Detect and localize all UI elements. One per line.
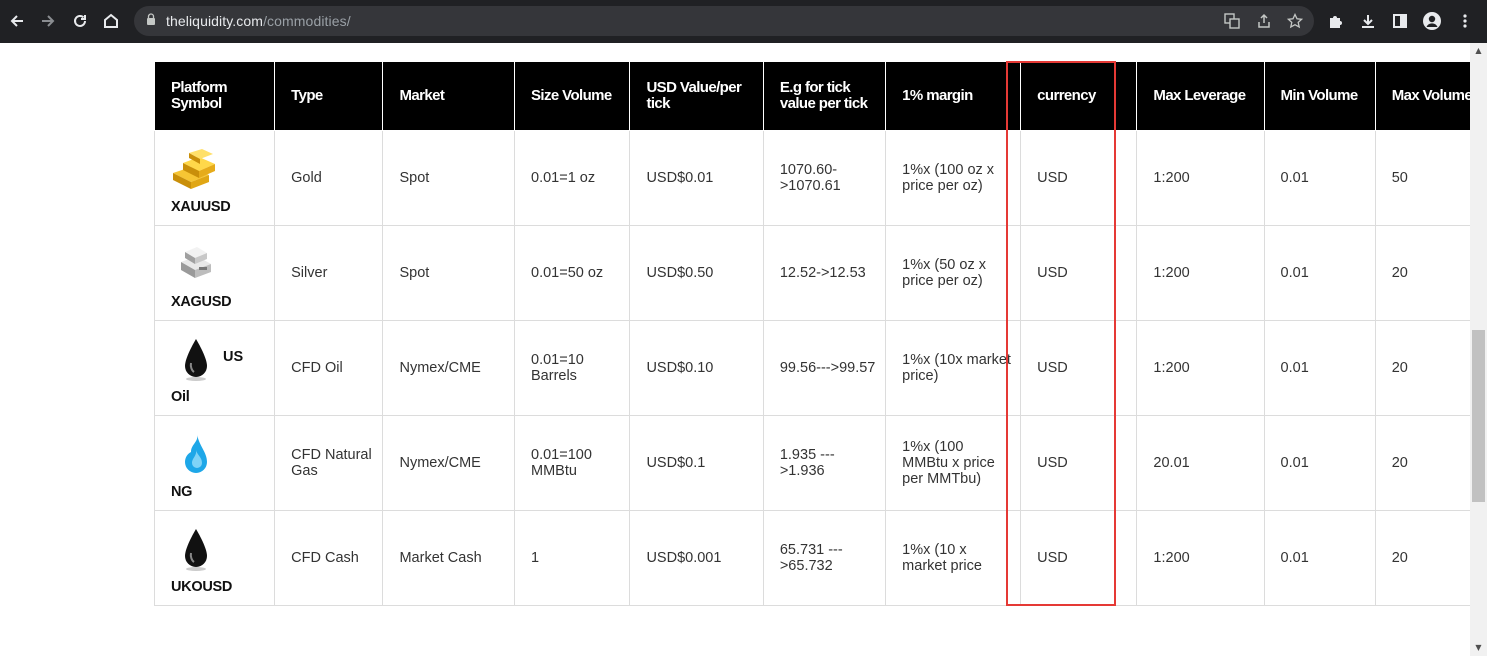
size-cell: 0.01=10 Barrels: [513, 320, 631, 416]
eg-tick-cell: 12.52->12.53: [762, 225, 887, 321]
margin-cell: 1%x (10x market price): [885, 320, 1022, 416]
eg-tick-cell: 65.731 --->65.732: [762, 510, 887, 606]
menu-kebab-icon[interactable]: [1454, 10, 1476, 32]
type-cell: CFD Cash: [274, 510, 384, 606]
oil-drop-icon: [185, 529, 207, 571]
symbol-label: Oil: [171, 389, 190, 405]
size-cell: 0.01=1 oz: [513, 130, 631, 226]
table-header-row: Platform Symbol Type Market Size Volume …: [153, 61, 1487, 131]
market-cell: Nymex/CME: [382, 415, 515, 511]
lock-icon: [147, 13, 155, 25]
size-cell: 0.01=50 oz: [513, 225, 631, 321]
header-currency: currency: [1020, 61, 1138, 131]
currency-cell: USD: [1020, 510, 1138, 606]
header-type: Type: [274, 61, 384, 131]
eg-tick-cell: 1070.60->1070.61: [762, 130, 887, 226]
extensions-puzzle-icon[interactable]: [1325, 10, 1347, 32]
symbol-label-extra: US: [223, 349, 244, 365]
min-volume-cell: 0.01: [1263, 320, 1376, 416]
usd-tick-cell: USD$0.10: [629, 320, 764, 416]
header-size-volume: Size Volume: [513, 61, 631, 131]
header-market: Market: [382, 61, 515, 131]
oil-drop-icon: [185, 339, 207, 381]
type-cell: Silver: [274, 225, 384, 321]
max-leverage-cell: 20.01: [1136, 415, 1265, 511]
currency-cell: USD: [1020, 320, 1138, 416]
reload-icon[interactable]: [67, 8, 93, 34]
bookmark-star-icon[interactable]: [1286, 12, 1304, 30]
address-bar[interactable]: theliquidity.com/commodities/: [134, 6, 1314, 36]
min-volume-cell: 0.01: [1263, 225, 1376, 321]
back-arrow-icon[interactable]: [4, 8, 30, 34]
margin-cell: 1%x (100 oz x price per oz): [885, 130, 1022, 226]
download-icon[interactable]: [1357, 10, 1379, 32]
scroll-down-arrow-icon[interactable]: ▼: [1473, 643, 1484, 653]
scrollbar-thumb[interactable]: [1472, 330, 1485, 502]
type-cell: CFD Oil: [274, 320, 384, 416]
max-leverage-cell: 1:200: [1136, 225, 1265, 321]
header-max-leverage: Max Leverage: [1136, 61, 1265, 131]
market-cell: Nymex/CME: [382, 320, 515, 416]
url-path: /commodities/: [263, 13, 351, 29]
header-min-volume: Min Volume: [1263, 61, 1376, 131]
min-volume-cell: 0.01: [1263, 510, 1376, 606]
table-row: NG CFD Natural Gas Nymex/CME 0.01=100 MM…: [153, 415, 1487, 511]
max-leverage-cell: 1:200: [1136, 320, 1265, 416]
symbol-label: NG: [171, 484, 193, 500]
table-row: US Oil CFD Oil Nymex/CME 0.01=10 Barrels…: [153, 320, 1487, 416]
url-host: theliquidity.com: [166, 13, 264, 29]
header-usd-value-per-tick: USD Value/per tick: [629, 61, 764, 131]
market-cell: Spot: [382, 225, 515, 321]
symbol-cell: XAUUSD: [153, 130, 276, 226]
header-margin: 1% margin: [885, 61, 1022, 131]
gas-flame-icon: [185, 434, 207, 473]
translate-icon[interactable]: [1223, 12, 1241, 30]
usd-tick-cell: USD$0.1: [629, 415, 764, 511]
market-cell: Market Cash: [382, 510, 515, 606]
max-leverage-cell: 1:200: [1136, 510, 1265, 606]
table-row: XAUUSD Gold Spot 0.01=1 oz USD$0.01 1070…: [153, 130, 1487, 226]
usd-tick-cell: USD$0.50: [629, 225, 764, 321]
gold-bar-icon: [173, 149, 215, 189]
usd-tick-cell: USD$0.001: [629, 510, 764, 606]
symbol-label: UKOUSD: [171, 579, 233, 595]
currency-cell: USD: [1020, 130, 1138, 226]
forward-arrow-icon[interactable]: [35, 8, 61, 34]
max-leverage-cell: 1:200: [1136, 130, 1265, 226]
symbol-cell: XAGUSD: [153, 225, 276, 321]
commodities-table: Platform Symbol Type Market Size Volume …: [153, 61, 1487, 606]
market-cell: Spot: [382, 130, 515, 226]
symbol-label: XAUUSD: [171, 199, 231, 215]
share-icon[interactable]: [1255, 12, 1273, 30]
symbol-label: XAGUSD: [171, 294, 232, 310]
type-cell: Gold: [274, 130, 384, 226]
margin-cell: 1%x (10 x market price: [885, 510, 1022, 606]
symbol-cell: US Oil: [153, 320, 276, 416]
min-volume-cell: 0.01: [1263, 415, 1376, 511]
silver-bar-icon: [181, 247, 211, 278]
size-cell: 0.01=100 MMBtu: [513, 415, 631, 511]
home-icon[interactable]: [98, 8, 124, 34]
url-text: theliquidity.com/commodities/: [166, 13, 351, 29]
table-row: XAGUSD Silver Spot 0.01=50 oz USD$0.50 1…: [153, 225, 1487, 321]
side-panel-icon[interactable]: [1389, 10, 1411, 32]
header-eg-tick-value: E.g for tick value per tick: [762, 61, 887, 131]
currency-cell: USD: [1020, 225, 1138, 321]
type-cell: CFD Natural Gas: [274, 415, 384, 511]
profile-avatar-icon[interactable]: [1421, 10, 1443, 32]
currency-cell: USD: [1020, 415, 1138, 511]
header-platform-symbol: Platform Symbol: [153, 61, 276, 131]
symbol-cell: NG: [153, 415, 276, 511]
symbol-cell: UKOUSD: [153, 510, 276, 606]
margin-cell: 1%x (100 MMBtu x price per MMTbu): [885, 415, 1022, 511]
table-row: UKOUSD CFD Cash Market Cash 1 USD$0.001 …: [153, 510, 1487, 606]
margin-cell: 1%x (50 oz x price per oz): [885, 225, 1022, 321]
min-volume-cell: 0.01: [1263, 130, 1376, 226]
eg-tick-cell: 1.935 --->1.936: [762, 415, 887, 511]
scroll-up-arrow-icon[interactable]: ▲: [1473, 46, 1484, 56]
browser-toolbar: theliquidity.com/commodities/: [0, 0, 1487, 43]
size-cell: 1: [513, 510, 631, 606]
eg-tick-cell: 99.56--->99.57: [762, 320, 887, 416]
usd-tick-cell: USD$0.01: [629, 130, 764, 226]
